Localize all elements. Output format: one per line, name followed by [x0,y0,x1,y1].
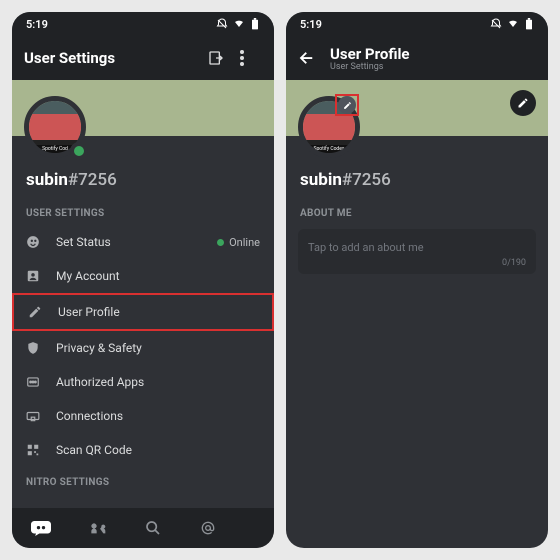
status-bar: 5:19 [12,12,274,36]
page-title: User Profile User Settings [330,45,536,72]
about-me-placeholder: Tap to add an about me [308,241,424,254]
page-title: User Settings [24,49,198,67]
online-dot-icon [217,239,224,246]
status-icons [216,18,260,30]
account-icon [26,269,42,283]
pencil-icon [28,305,44,319]
tab-friends-icon[interactable] [90,520,106,536]
about-me-char-count: 0/190 [502,258,526,268]
dnd-icon [216,18,228,30]
tab-bar [12,508,274,548]
settings-row-set-status[interactable]: Set Status Online [12,225,274,259]
clock: 5:19 [26,18,48,31]
header: User Settings [12,36,274,80]
apps-icon [26,375,42,389]
row-label: Authorized Apps [56,375,260,389]
link-icon [26,409,42,423]
settings-row-privacy-safety[interactable]: Privacy & Safety [12,331,274,365]
row-label: User Profile [58,305,258,319]
settings-row-scan-qr-code[interactable]: Scan QR Code [12,433,274,467]
wifi-icon [507,18,519,30]
settings-row-my-account[interactable]: My Account [12,259,274,293]
row-label: Privacy & Safety [56,341,260,355]
logout-icon[interactable] [208,50,230,66]
row-value: Online [217,236,260,249]
about-me-label: ABOUT ME [286,198,548,225]
tab-home-icon[interactable] [31,521,51,536]
battery-icon [524,18,534,30]
clock: 5:19 [300,18,322,31]
settings-row-authorized-apps[interactable]: Authorized Apps [12,365,274,399]
about-me-input[interactable]: Tap to add an about me 0/190 [298,229,536,274]
username: subin#7256 [12,170,274,198]
highlight-edit-avatar [335,94,359,116]
shield-icon [26,341,42,355]
overflow-icon[interactable] [240,50,262,66]
row-label: Connections [56,409,260,423]
status-bar: 5:19 [286,12,548,36]
presence-indicator [70,142,88,160]
settings-screen: 5:19 User Settings Spotify Cod subin#725 [12,12,274,548]
wifi-icon [233,18,245,30]
battery-icon [250,18,260,30]
dnd-icon [490,18,502,30]
profile-banner: Spotify Codes [286,80,548,136]
username: subin#7256 [286,170,548,198]
status-icons [490,18,534,30]
settings-row-user-profile[interactable]: User Profile [12,293,274,331]
status-icon [26,235,42,249]
qr-icon [26,443,42,457]
back-icon[interactable] [298,49,320,67]
settings-list: Set Status Online My Account User Profile Pr… [12,225,274,467]
row-label: Set Status [56,235,203,249]
section-user-settings: USER SETTINGS [12,198,274,225]
tab-mentions-icon[interactable] [200,520,216,536]
section-nitro: NITRO SETTINGS [12,467,274,494]
profile-banner: Spotify Cod [12,80,274,136]
settings-row-connections[interactable]: Connections [12,399,274,433]
row-label: Scan QR Code [56,443,260,457]
edit-banner-icon[interactable] [510,90,536,116]
row-label: My Account [56,269,260,283]
header: User Profile User Settings [286,36,548,80]
tab-search-icon[interactable] [145,520,161,536]
page-subtitle: User Settings [330,62,536,72]
user-profile-screen: 5:19 User Profile User Settings Spotify … [286,12,548,548]
